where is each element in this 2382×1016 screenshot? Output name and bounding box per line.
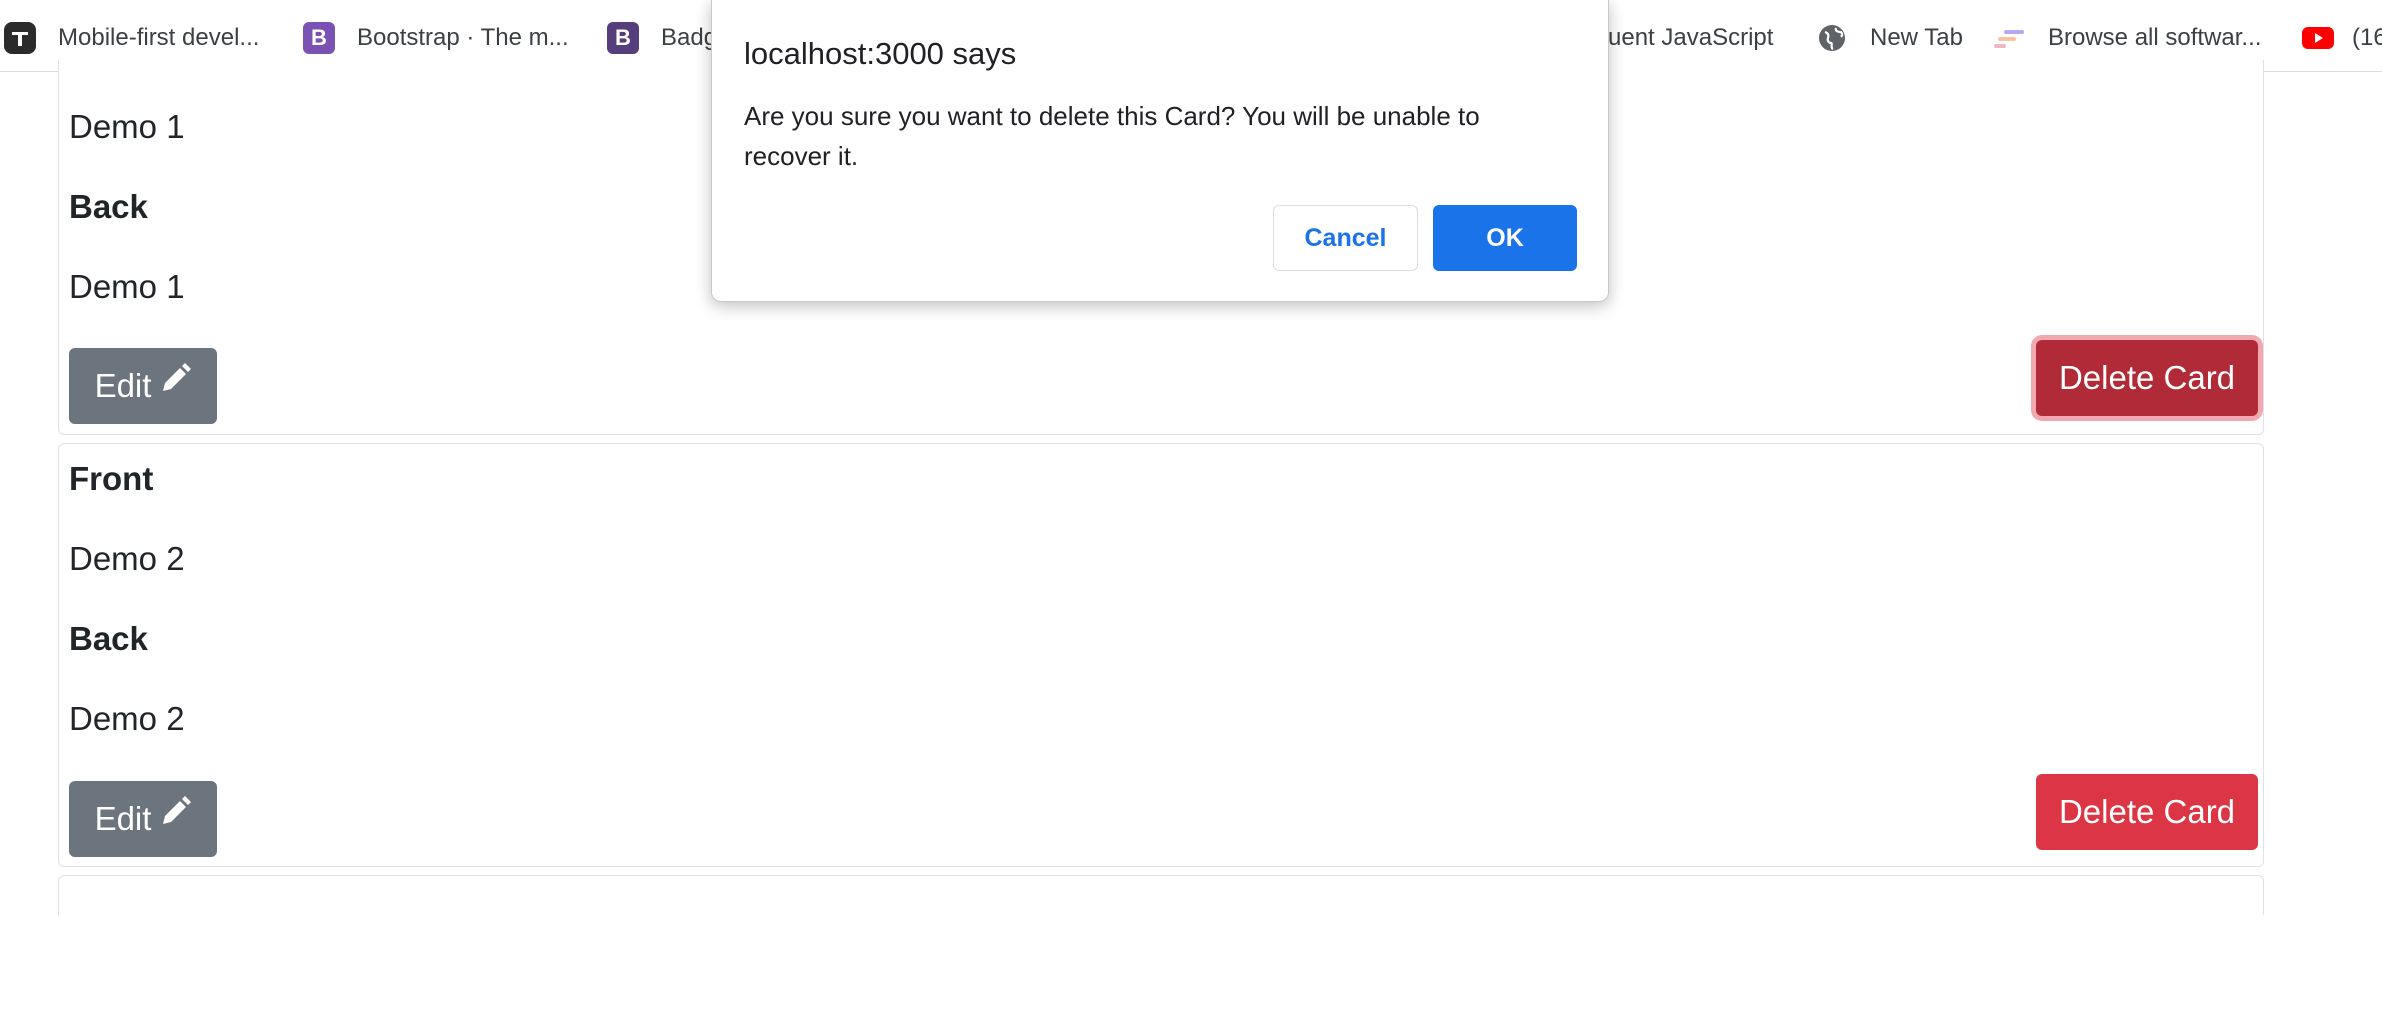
back-label: Back (69, 188, 148, 225)
flashcard: Front Demo 2 Back Demo 2 Edit Delete Car… (58, 443, 2264, 867)
bookmark-youtube[interactable]: (16 (2302, 20, 2382, 56)
delete-card-button-label: Delete Card (2058, 793, 2236, 830)
back-value: Demo 2 (69, 700, 185, 737)
pencil-icon (163, 363, 192, 391)
cancel-button[interactable]: Cancel (1273, 205, 1418, 271)
bookmark-mobile-first[interactable]: Mobile-first devel... (4, 20, 259, 56)
front-label: Front (69, 460, 154, 497)
bookmark-label: Badg (661, 24, 718, 51)
dialog-title: localhost:3000 says (744, 36, 1017, 71)
bookmark-browse-software[interactable]: Browse all softwar... (1994, 20, 2261, 56)
bookmark-label: New Tab (1870, 24, 1963, 51)
bookmark-bootstrap[interactable]: B Bootstrap · The m... (303, 20, 569, 56)
bookmark-badges[interactable]: B Badg (607, 20, 717, 56)
back-label: Back (69, 620, 148, 657)
delete-card-button[interactable]: Delete Card (2036, 774, 2258, 850)
globe-icon (1816, 22, 1848, 54)
pencil-icon (163, 796, 192, 824)
edit-button[interactable]: Edit (69, 781, 217, 857)
bookmark-label: Mobile-first devel... (58, 24, 260, 51)
flashcard (58, 875, 2264, 915)
software-logo-icon (1994, 22, 2026, 54)
back-value: Demo 1 (69, 268, 185, 305)
edit-button-label: Edit (94, 367, 152, 404)
bookmark-label: Bootstrap · The m... (357, 24, 569, 51)
youtube-icon (2302, 22, 2334, 54)
ok-button[interactable]: OK (1433, 205, 1577, 271)
typescript-logo-icon (4, 22, 36, 54)
bookmark-eloquent-javascript[interactable]: uent JavaScript (1608, 20, 1773, 56)
dialog-message: Are you sure you want to delete this Car… (744, 101, 1480, 171)
edit-button[interactable]: Edit (69, 348, 217, 424)
bookmark-label: (16 (2352, 24, 2382, 51)
front-value: Demo 1 (69, 108, 185, 145)
delete-card-button-label: Delete Card (2058, 359, 2236, 396)
bootstrap-logo-icon: B (303, 22, 335, 54)
bookmark-label: Browse all softwar... (2048, 24, 2262, 51)
bootstrap-badge-logo-icon: B (607, 22, 639, 54)
edit-button-label: Edit (94, 800, 152, 837)
front-value: Demo 2 (69, 540, 185, 577)
delete-card-button[interactable]: Delete Card (2036, 340, 2258, 416)
bookmark-new-tab[interactable]: New Tab (1816, 20, 1963, 56)
bookmark-label: uent JavaScript (1608, 24, 1774, 51)
confirm-dialog: localhost:3000 says Are you sure you wan… (711, 0, 1609, 302)
